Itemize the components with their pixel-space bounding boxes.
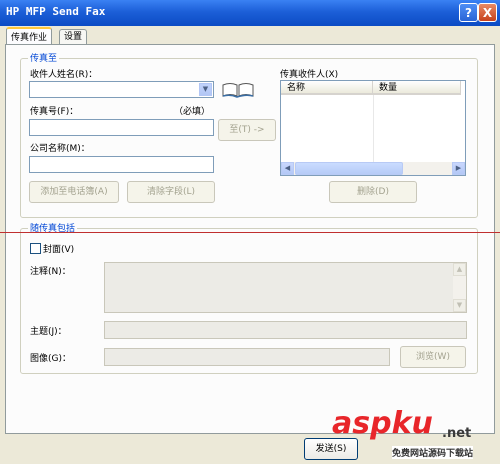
watermark-brand: aspku — [332, 406, 433, 441]
company-name-label: 公司名称(M)： — [30, 144, 90, 154]
column-name[interactable]: 名称 — [281, 81, 373, 95]
phonebook-icon[interactable] — [221, 82, 255, 98]
fax-recipients-list[interactable]: 名称 数量 ◀ ▶ — [280, 80, 466, 176]
title-bar[interactable]: HP MFP Send Fax ? X — [0, 0, 500, 26]
fax-number-field[interactable] — [29, 119, 214, 136]
watermark-logo: aspku .net 免费网站源码下载站 — [330, 404, 500, 464]
close-button[interactable]: X — [478, 3, 497, 22]
recipients-horizontal-scrollbar[interactable]: ◀ ▶ — [281, 162, 465, 175]
cover-label: 封面(V) — [43, 245, 75, 255]
company-name-field[interactable] — [29, 156, 214, 173]
send-to-group-label: 传真至 — [28, 51, 60, 64]
watermark-caption: 免费网站源码下载站 — [392, 446, 474, 459]
image-path-field[interactable] — [104, 348, 390, 366]
fax-number-label: 传真号(F)： — [30, 107, 79, 117]
recipient-name-label: 收件人姓名(R)： — [30, 70, 98, 80]
column-divider — [373, 95, 374, 163]
recipients-list-header: 名称 数量 — [281, 81, 465, 95]
recipients-list-label: 传真收件人(X) — [280, 70, 339, 80]
subject-field[interactable] — [104, 321, 467, 339]
send-fax-window: HP MFP Send Fax ? X 传真作业 设置 传真至 收件人姓名(R)… — [0, 0, 500, 464]
image-label: 图像(G)： — [30, 354, 71, 364]
window-title: HP MFP Send Fax — [6, 5, 106, 18]
browse-button[interactable]: 浏览(W) — [400, 346, 466, 368]
notes-textarea[interactable]: ▲ ▼ — [104, 262, 467, 313]
watermark-suffix: .net — [442, 426, 472, 441]
scroll-left-icon[interactable]: ◀ — [281, 162, 294, 175]
chevron-down-icon[interactable]: ▼ — [199, 83, 212, 96]
cover-checkbox[interactable] — [30, 243, 41, 254]
tab-settings[interactable]: 设置 — [59, 29, 88, 45]
clear-fields-button[interactable]: 清除字段(L) — [127, 181, 215, 203]
help-button[interactable]: ? — [459, 3, 478, 22]
subject-label: 主题(J)： — [30, 327, 67, 337]
scroll-down-icon[interactable]: ▼ — [453, 299, 466, 312]
annotation-line — [0, 232, 500, 233]
delete-recipient-button[interactable]: 删除(D) — [329, 181, 417, 203]
notes-label: 注释(N)： — [30, 267, 71, 277]
scroll-thumb[interactable] — [295, 162, 403, 175]
notes-vertical-scrollbar[interactable]: ▲ ▼ — [453, 263, 466, 312]
scroll-up-icon[interactable]: ▲ — [453, 263, 466, 276]
add-to-phonebook-button[interactable]: 添加至电话簿(A) — [29, 181, 119, 203]
column-quantity[interactable]: 数量 — [373, 81, 461, 95]
scroll-right-icon[interactable]: ▶ — [452, 162, 465, 175]
recipient-name-combobox[interactable]: ▼ — [29, 81, 214, 98]
fax-number-required-hint: （必填） — [174, 107, 211, 117]
add-to-recipients-button[interactable]: 至(T) -> — [218, 119, 276, 141]
